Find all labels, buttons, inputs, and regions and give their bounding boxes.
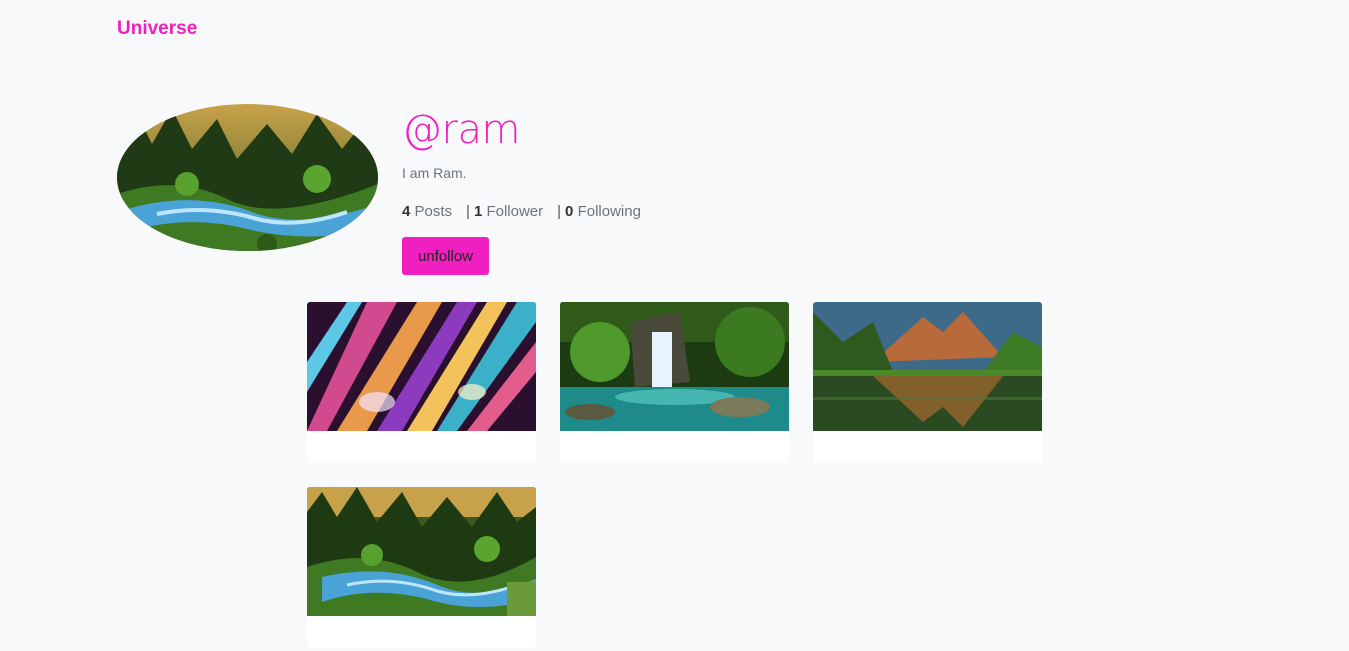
brand-logo[interactable]: Universe <box>117 18 197 40</box>
profile-bio: I am Ram. <box>402 165 467 181</box>
post-card[interactable] <box>560 302 789 463</box>
stat-followers[interactable]: 1 Follower <box>474 203 543 220</box>
stat-posts: 4 Posts <box>402 203 452 220</box>
post-image <box>813 302 1042 431</box>
stat-posts-count: 4 <box>402 203 411 220</box>
stat-following-label: Following <box>577 203 641 220</box>
profile-username: @ram <box>402 107 520 153</box>
post-image <box>307 487 536 616</box>
stat-following[interactable]: 0 Following <box>565 203 641 220</box>
unfollow-button[interactable]: unfollow <box>402 237 489 275</box>
stat-separator: | <box>557 203 562 220</box>
stat-followers-label: Follower <box>486 203 544 220</box>
stat-posts-label: Posts <box>414 203 453 220</box>
stat-separator: | <box>466 203 470 220</box>
profile-avatar <box>117 104 378 251</box>
post-image <box>307 302 536 431</box>
post-card[interactable] <box>813 302 1042 463</box>
profile-info: @ram I am Ram. 4 Posts | 1 Follower | 0 … <box>402 106 655 275</box>
profile-stats: 4 Posts | 1 Follower | 0 Following <box>402 203 655 220</box>
stat-following-count: 0 <box>565 203 574 220</box>
post-card[interactable] <box>307 302 536 463</box>
post-image <box>560 302 789 431</box>
post-card[interactable] <box>307 487 536 648</box>
stat-followers-count: 1 <box>473 203 483 220</box>
